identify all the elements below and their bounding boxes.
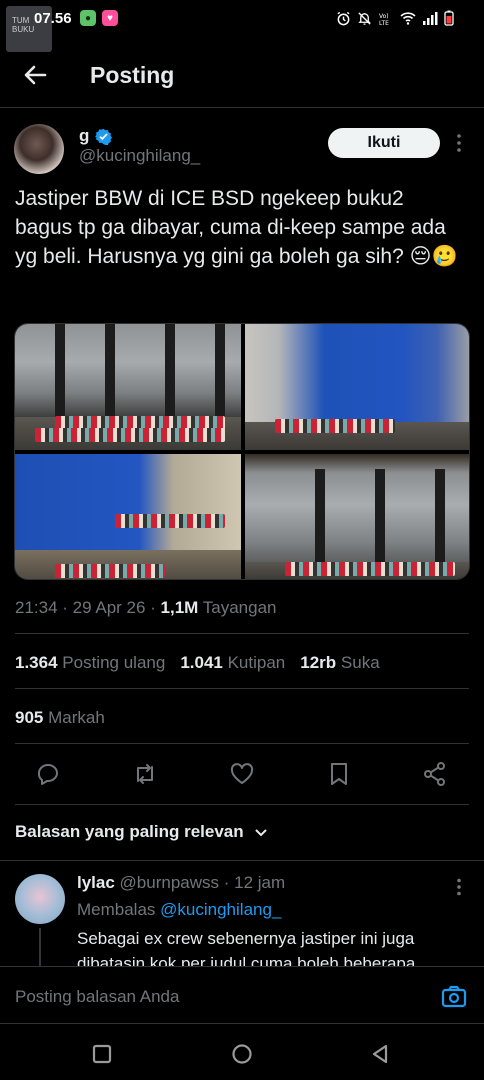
repost-icon[interactable] [132,761,158,787]
like-heart-icon[interactable] [229,761,255,787]
chevron-down-icon [254,829,267,837]
tweet-text: Jastiper BBW di ICE BSD ngekeep buku2 ba… [15,187,458,268]
recent-apps-icon[interactable] [91,1043,113,1065]
wifi-icon [400,12,416,25]
share-icon[interactable] [422,761,448,787]
divider [15,688,469,689]
status-time: 07.56 [34,10,72,27]
divider [15,633,469,634]
reply-author-name[interactable]: lylac [77,873,115,892]
follow-button[interactable]: Ikuti [328,128,440,158]
tweet-action-bar [0,757,484,791]
reply-time: 12 jam [234,873,286,892]
engagement-stats: 1.364 Posting ulang 1.041 Kutipan 12rb S… [15,653,380,673]
reply-composer: Posting balasan Anda [0,966,484,1024]
top-app-bar: Posting [0,44,484,108]
replying-mention-link[interactable]: @kucinghilang_ [160,900,281,919]
view-count: 1,1M [160,598,199,617]
author-name[interactable]: g [79,126,89,146]
back-nav-icon[interactable] [369,1043,391,1065]
camera-icon[interactable] [441,985,467,1009]
app-notification-icon: ● [80,10,96,26]
reply-text: Sebagai ex crew sebenernya jastiper ini … [77,929,416,966]
replies-sort-label: Balasan yang paling relevan [15,822,244,841]
author-name-row[interactable]: g [79,126,113,146]
tweet-media-grid [14,323,470,580]
bookmark-icon[interactable] [326,761,352,787]
tweet-date: 29 Apr 26 [72,598,146,617]
tweet-timestamp: 21:34 · 29 Apr 26 · 1,1M Tayangan [15,598,277,617]
system-status-icons: Vo) LTE [336,10,454,26]
page-title: Posting [90,62,175,88]
author-avatar[interactable] [14,124,64,174]
volte-icon: Vo)LTE [379,13,389,26]
tweet-time: 21:34 [15,598,58,617]
view-label: Tayangan [202,598,277,617]
more-options-icon[interactable] [452,877,466,897]
system-navigation-bar [0,1025,484,1080]
home-icon[interactable] [231,1043,253,1065]
back-arrow-icon[interactable] [20,60,50,90]
reply-input[interactable]: Posting balasan Anda [15,987,179,1007]
verified-badge-icon [95,128,113,145]
bookmarks-stat[interactable]: 905 Markah [15,708,105,728]
replying-to: Membalas @kucinghilang_ [77,900,281,920]
alarm-icon [337,11,350,25]
replies-sort-dropdown[interactable]: Balasan yang paling relevan [15,822,268,842]
more-options-icon[interactable] [452,132,466,154]
reposts-stat[interactable]: 1.364 Posting ulang [15,653,165,673]
thread-line [39,928,41,968]
author-handle[interactable]: @kucinghilang_ [79,146,200,166]
app-notification-icon: ♥ [102,10,118,26]
replying-label: Membalas [77,900,156,919]
mute-icon [358,11,371,25]
tweet-photo[interactable] [245,324,469,450]
reply-header: lylac @burnpawss · 12 jam [77,873,286,892]
reply-icon[interactable] [35,761,61,787]
notification-icons: ● ♥ [80,10,118,26]
quotes-stat[interactable]: 1.041 Kutipan [180,653,285,673]
divider [15,804,469,805]
reply-avatar[interactable] [15,874,65,924]
likes-stat[interactable]: 12rb Suka [300,653,379,673]
svg-text:LTE: LTE [379,20,389,26]
tweet-photo[interactable] [245,454,469,579]
tweet-photo[interactable] [15,324,241,450]
battery-icon [444,10,454,26]
status-bar: TUM BUKU 07.56 ● ♥ Vo) LTE [0,0,484,52]
divider [0,860,484,861]
signal-icon [423,12,438,25]
tweet-photo[interactable] [15,454,241,579]
reply-author-handle[interactable]: @burnpawss [120,873,219,892]
divider [15,743,469,744]
svg-text:Vo): Vo) [379,13,389,20]
